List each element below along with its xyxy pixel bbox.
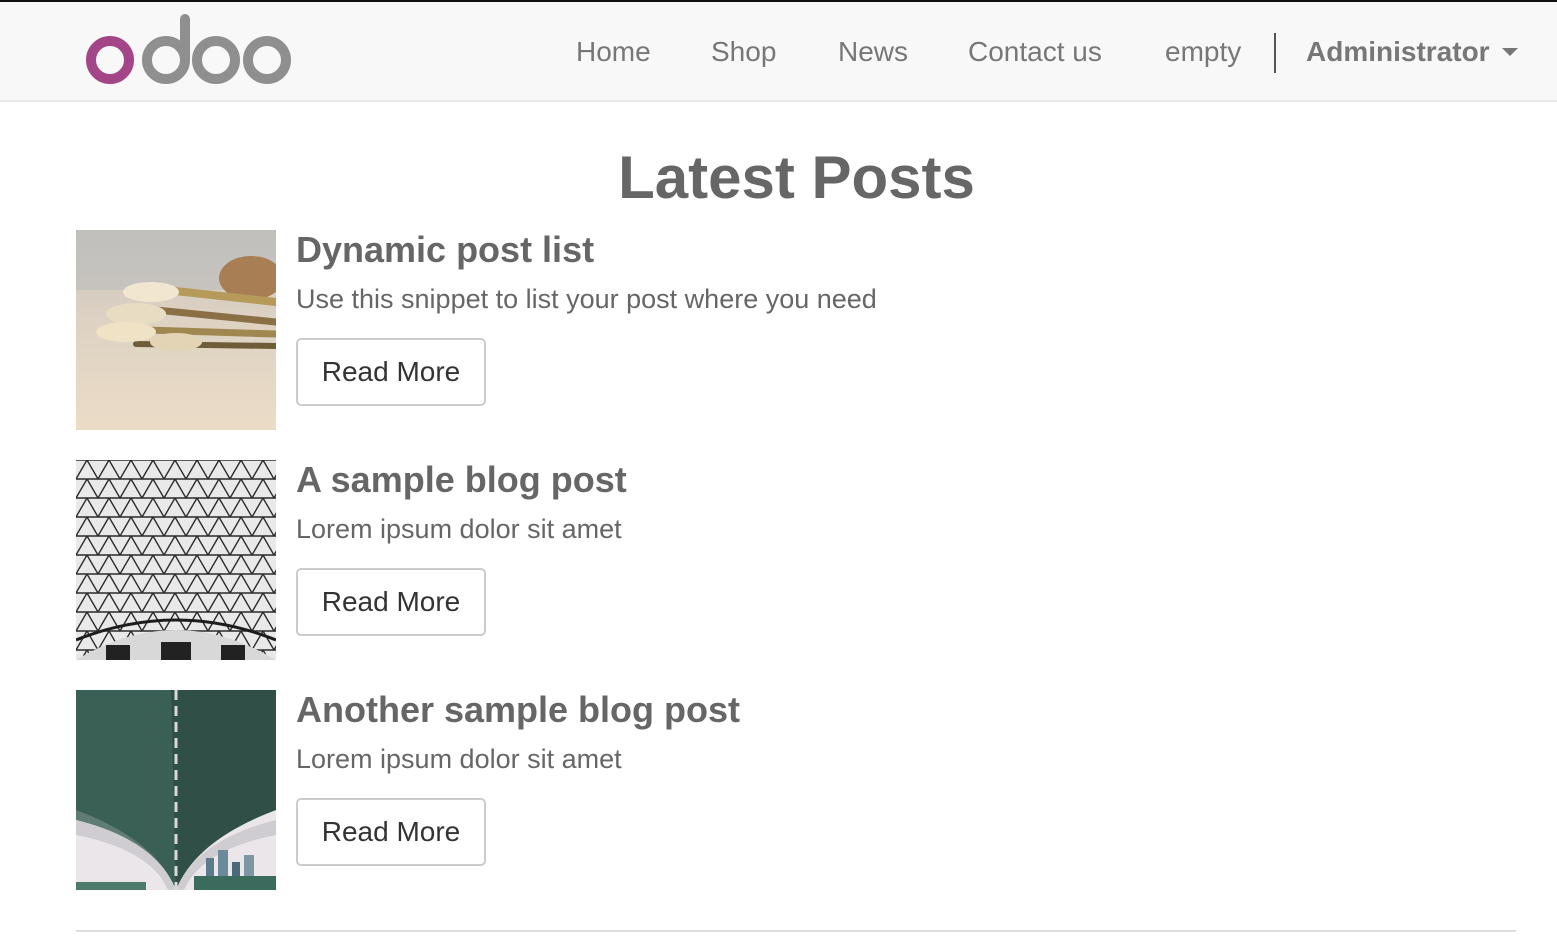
post-thumbnail-glass-roof[interactable]: [76, 460, 276, 660]
main-menu: Home Shop News Contact us empty Administ…: [0, 2, 1557, 102]
nav-separator: [1274, 33, 1276, 73]
section-divider: [76, 930, 1516, 932]
navbar: Home Shop News Contact us empty Administ…: [0, 2, 1557, 102]
blog-post-item: A sample blog post Lorem ipsum dolor sit…: [76, 460, 1516, 660]
post-subtitle: Use this snippet to list your post where…: [296, 284, 877, 314]
post-thumbnail-brushes[interactable]: [76, 230, 276, 430]
post-title[interactable]: A sample blog post: [296, 460, 627, 500]
post-thumbnail-bridge[interactable]: [76, 690, 276, 890]
read-more-button[interactable]: Read More: [296, 338, 486, 406]
post-subtitle: Lorem ipsum dolor sit amet: [296, 744, 622, 774]
post-subtitle: Lorem ipsum dolor sit amet: [296, 514, 622, 544]
nav-shop[interactable]: Shop: [711, 32, 776, 72]
page-title: Latest Posts: [618, 144, 975, 211]
post-title[interactable]: Dynamic post list: [296, 230, 594, 270]
read-more-button[interactable]: Read More: [296, 568, 486, 636]
user-menu-label: Administrator: [1306, 36, 1490, 67]
nav-home[interactable]: Home: [576, 32, 651, 72]
caret-down-icon: [1501, 47, 1518, 56]
read-more-button[interactable]: Read More: [296, 798, 486, 866]
blog-post-item: Another sample blog post Lorem ipsum dol…: [76, 690, 1516, 890]
nav-news[interactable]: News: [838, 32, 908, 72]
user-menu-button[interactable]: Administrator: [1306, 32, 1518, 72]
post-title[interactable]: Another sample blog post: [296, 690, 740, 730]
nav-contact-us[interactable]: Contact us: [968, 32, 1102, 72]
nav-empty[interactable]: empty: [1165, 32, 1241, 72]
blog-post-item: Dynamic post list Use this snippet to li…: [76, 230, 1516, 430]
